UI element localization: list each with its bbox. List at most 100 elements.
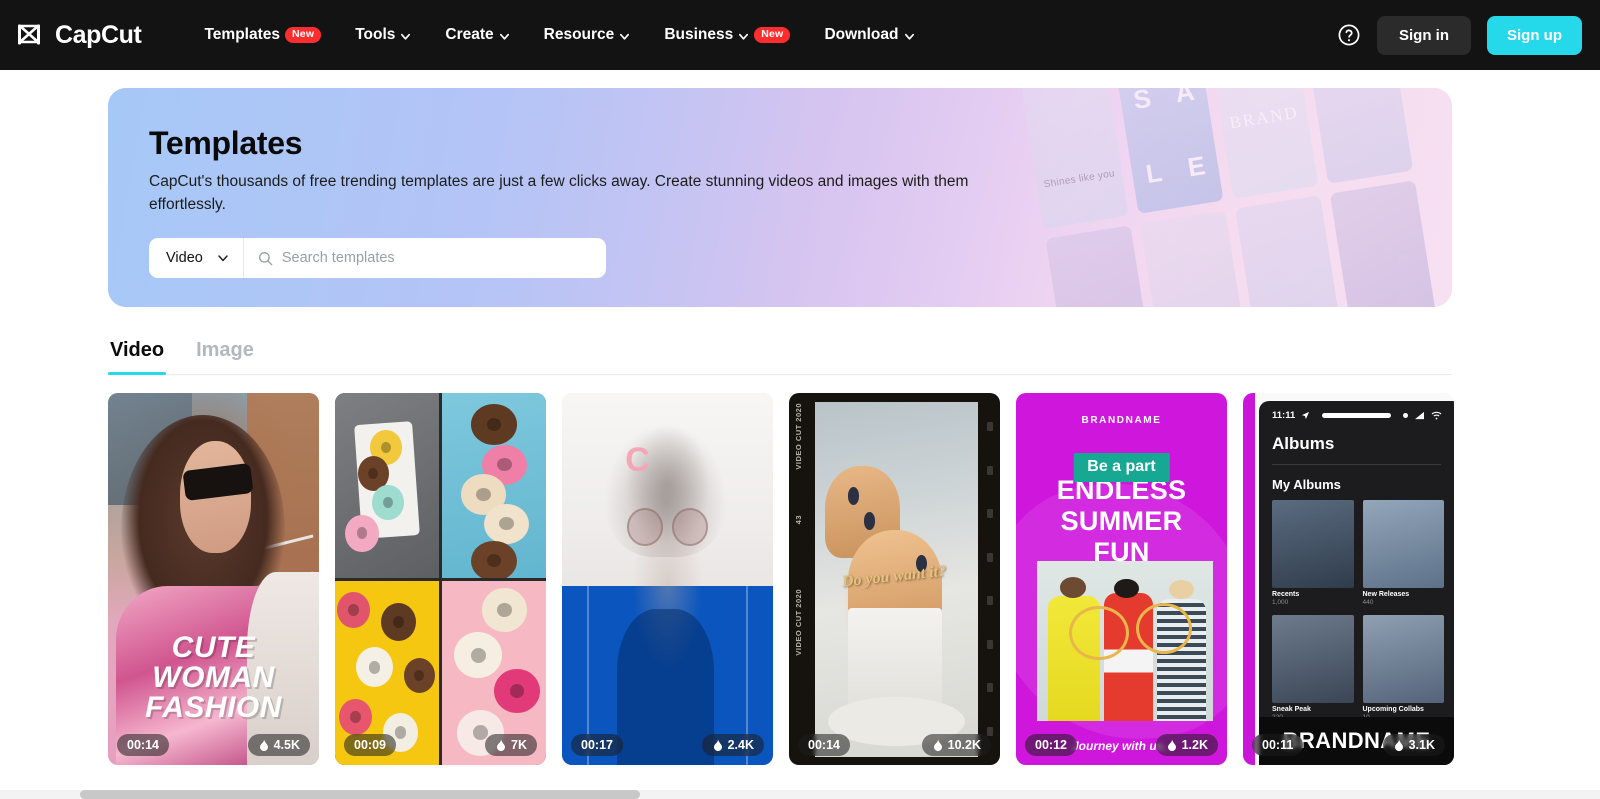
template-grid: CUTE WOMAN FASHION 00:14 4.5K 00:09 7K C… <box>108 393 1600 765</box>
phone-mockup: 11:11 Albums My Albums Recents 1,000 New… <box>1259 401 1454 765</box>
album-thumbnail <box>1272 615 1354 703</box>
main-navigation: Templates New Tools Create Resource Busi… <box>187 16 931 54</box>
card-thumbnail: C <box>562 393 773 765</box>
album-thumbnail <box>1362 500 1444 588</box>
card-badge-label: Be a part <box>1073 453 1170 482</box>
card-footer-text: Journey with us. <box>1072 739 1167 753</box>
chevron-down-icon <box>499 33 509 40</box>
card-overlay-title: CUTE WOMAN FASHION <box>108 633 319 723</box>
likes-badge: 2.4K <box>701 734 764 756</box>
flame-icon <box>713 739 722 751</box>
template-card-cute-woman-fashion[interactable]: CUTE WOMAN FASHION 00:14 4.5K <box>108 393 319 765</box>
album-count: 1,000 <box>1272 599 1289 606</box>
duration-badge: 00:09 <box>344 734 396 756</box>
wifi-icon <box>1431 411 1442 420</box>
hero-text-block: Templates CapCut's thousands of free tre… <box>108 88 1452 279</box>
template-card-albums-phone[interactable]: 11:11 Albums My Albums Recents 1,000 New… <box>1243 393 1454 765</box>
likes-count: 1.2K <box>1181 738 1208 752</box>
likes-badge: 3.1K <box>1382 734 1445 756</box>
search-type-value: Video <box>166 250 203 267</box>
duration-badge: 00:17 <box>571 734 623 756</box>
phone-screen-title: Albums <box>1272 434 1335 453</box>
nav-item-create[interactable]: Create <box>428 16 526 54</box>
likes-badge: 4.5K <box>247 734 310 756</box>
likes-count: 10.2K <box>947 738 981 752</box>
album-item[interactable]: Upcoming Collabs 10 <box>1362 615 1444 721</box>
nav-item-tools[interactable]: Tools <box>338 16 428 54</box>
title-line: WOMAN <box>152 661 275 694</box>
nav-item-resource[interactable]: Resource <box>527 16 648 54</box>
new-badge: New <box>754 27 791 43</box>
film-strip-label: VIDEO CUT 2020 <box>794 589 803 656</box>
horizontal-scrollbar[interactable] <box>0 790 1600 799</box>
flame-icon <box>259 739 268 751</box>
album-thumbnail <box>1272 500 1354 588</box>
flame-icon <box>497 739 506 751</box>
chevron-down-icon <box>401 33 411 40</box>
card-side-strip <box>1243 393 1255 765</box>
new-badge: New <box>285 27 322 43</box>
template-card-donuts-collage[interactable]: 00:09 7K <box>335 393 546 765</box>
album-item[interactable]: Sneak Peak 220 <box>1272 615 1354 721</box>
scrollbar-thumb[interactable] <box>80 790 640 799</box>
question-circle-icon[interactable] <box>1337 23 1361 47</box>
content-type-tabs: Video Image <box>108 333 1452 375</box>
card-overlay-letter: C <box>625 441 650 480</box>
flame-icon <box>933 739 942 751</box>
template-card-film-strip-cupcake[interactable]: Do you want it? VIDEO CUT 2020 43 VIDEO … <box>789 393 1000 765</box>
capcut-logo[interactable]: CapCut <box>16 22 142 48</box>
tab-video[interactable]: Video <box>108 333 167 375</box>
location-arrow-icon <box>1302 411 1310 420</box>
album-item[interactable]: New Releases 440 <box>1362 500 1444 606</box>
sign-up-button[interactable]: Sign up <box>1487 15 1582 55</box>
card-photo <box>1037 561 1213 721</box>
likes-count: 4.5K <box>273 738 300 752</box>
nav-label: Create <box>445 26 494 43</box>
album-label: New Releases <box>1362 591 1410 598</box>
hero-description: CapCut's thousands of free trending temp… <box>149 173 969 213</box>
likes-count: 3.1K <box>1408 738 1435 752</box>
signal-icon <box>1415 411 1424 420</box>
template-card-endless-summer-fun[interactable]: BRANDNAME Be a part ENDLESS SUMMER FUN J… <box>1016 393 1227 765</box>
card-thumbnail: Do you want it? VIDEO CUT 2020 43 VIDEO … <box>789 393 1000 765</box>
title-line: FASHION <box>145 691 282 724</box>
album-label: Sneak Peak <box>1272 706 1311 713</box>
album-item[interactable]: Recents 1,000 <box>1272 500 1354 606</box>
duration-badge: 00:12 <box>1025 734 1077 756</box>
search-bar: Video <box>149 238 606 279</box>
likes-badge: 1.2K <box>1155 734 1218 756</box>
capcut-hourglass-icon <box>18 24 40 45</box>
duration-badge: 00:14 <box>117 734 169 756</box>
nav-item-templates[interactable]: Templates New <box>187 16 338 54</box>
likes-count: 7K <box>511 738 527 752</box>
nav-item-download[interactable]: Download <box>807 16 931 54</box>
nav-label: Resource <box>543 26 615 43</box>
headline-line: SUMMER <box>1060 505 1183 536</box>
search-type-select[interactable]: Video <box>149 238 244 279</box>
hero-banner: Shines like you S A L E BRAND Templates <box>108 88 1452 307</box>
search-icon <box>258 251 273 266</box>
search-field <box>244 238 606 278</box>
chevron-down-icon <box>620 33 630 40</box>
nav-label: Templates <box>204 26 281 43</box>
header-actions: Sign in Sign up <box>1337 15 1582 55</box>
film-strip-label: VIDEO CUT 2020 <box>794 403 803 470</box>
album-label: Recents <box>1272 591 1300 598</box>
flame-icon <box>1394 739 1403 751</box>
search-input[interactable] <box>281 250 592 267</box>
likes-count: 2.4K <box>727 738 754 752</box>
duration-badge: 00:14 <box>798 734 850 756</box>
template-card-faded-portrait[interactable]: C 00:17 2.4K <box>562 393 773 765</box>
likes-badge: 7K <box>485 734 537 756</box>
chevron-down-icon <box>218 255 228 262</box>
film-strip-perforations <box>985 393 994 765</box>
page-title: Templates <box>149 125 303 161</box>
album-label: Upcoming Collabs <box>1362 706 1424 713</box>
card-thumbnail <box>335 393 546 765</box>
tab-image[interactable]: Image <box>194 333 256 374</box>
album-count: 440 <box>1362 599 1374 606</box>
sign-in-button[interactable]: Sign in <box>1377 15 1471 55</box>
chevron-down-icon <box>739 33 749 40</box>
album-grid: Recents 1,000 New Releases 440 Sneak Pea… <box>1259 500 1454 721</box>
nav-item-business[interactable]: Business New <box>647 16 807 54</box>
